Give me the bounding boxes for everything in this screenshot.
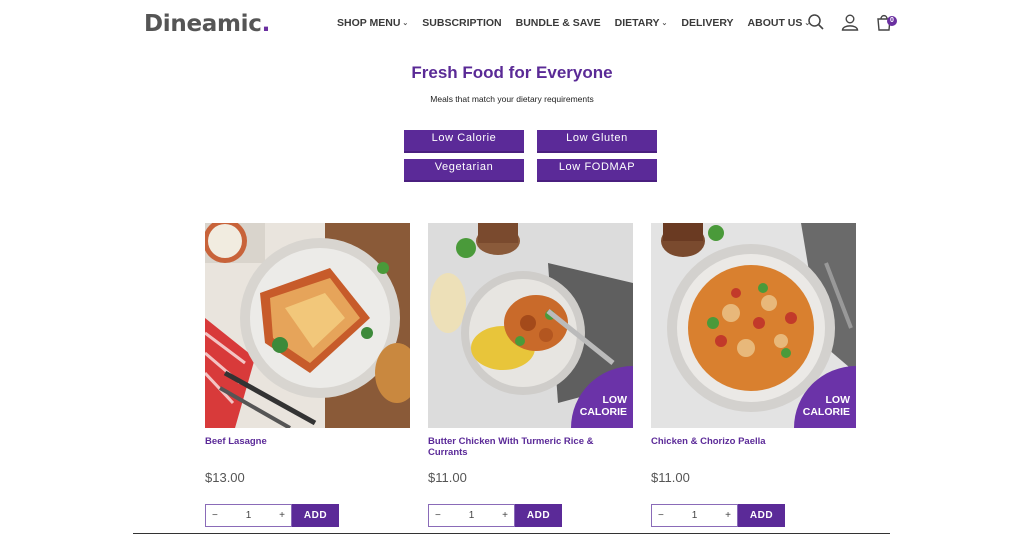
- nav-label: BUNDLE & SAVE: [515, 17, 601, 29]
- chevron-down-icon: ⌄: [661, 20, 668, 27]
- nav-bundle-save[interactable]: BUNDLE & SAVE: [516, 17, 601, 29]
- badge-line: CALORIE: [802, 406, 850, 418]
- product-image[interactable]: [205, 223, 410, 428]
- main-nav: SHOP MENU ⌄ SUBSCRIPTION BUNDLE & SAVE DI…: [337, 17, 810, 29]
- filter-low-fodmap-button[interactable]: Low FODMAP: [537, 159, 657, 182]
- add-to-cart-button[interactable]: ADD: [738, 504, 785, 527]
- product-card-butter-chicken: LOW CALORIE Butter Chicken With Turmeric …: [428, 223, 633, 527]
- product-price: $11.00: [651, 470, 690, 485]
- quantity-value[interactable]: 1: [469, 510, 475, 521]
- divider: [133, 533, 890, 534]
- filter-low-gluten-button[interactable]: Low Gluten: [537, 130, 657, 153]
- product-name[interactable]: Butter Chicken With Turmeric Rice & Curr…: [428, 436, 633, 458]
- add-to-cart-button[interactable]: ADD: [292, 504, 339, 527]
- quantity-value[interactable]: 1: [246, 510, 252, 521]
- increase-quantity-button[interactable]: +: [725, 510, 731, 521]
- increase-quantity-button[interactable]: +: [279, 510, 285, 521]
- product-card-beef-lasagne: Beef Lasagne $13.00 − 1 + ADD: [205, 223, 410, 527]
- nav-dietary[interactable]: DIETARY ⌄: [615, 17, 668, 29]
- increase-quantity-button[interactable]: +: [502, 510, 508, 521]
- page-title: Fresh Food for Everyone: [411, 63, 613, 82]
- product-image[interactable]: LOW CALORIE: [428, 223, 633, 428]
- search-icon[interactable]: [807, 13, 825, 31]
- quantity-stepper: − 1 +: [205, 504, 292, 527]
- brand-name: Dineamic: [144, 11, 262, 37]
- brand-logo[interactable]: Dineamic.: [144, 11, 270, 37]
- quantity-value[interactable]: 1: [692, 510, 698, 521]
- brand-dot: .: [261, 11, 271, 37]
- cart-count-badge: 0: [887, 16, 897, 26]
- filter-vegetarian-button[interactable]: Vegetarian: [404, 159, 524, 182]
- quantity-stepper: − 1 +: [651, 504, 738, 527]
- nav-label: ABOUT US: [747, 17, 803, 29]
- user-icon[interactable]: [841, 13, 859, 31]
- nav-shop-menu[interactable]: SHOP MENU ⌄: [337, 17, 408, 29]
- nav-label: DIETARY: [614, 17, 660, 29]
- badge-line: LOW: [825, 394, 851, 406]
- page-subtitle: Meals that match your dietary requiremen…: [430, 94, 594, 104]
- nav-label: DELIVERY: [681, 17, 734, 29]
- nav-label: SHOP MENU: [337, 17, 401, 29]
- product-name[interactable]: Chicken & Chorizo Paella: [651, 436, 856, 447]
- product-card-chicken-chorizo-paella: LOW CALORIE Chicken & Chorizo Paella $11.…: [651, 223, 856, 527]
- quantity-stepper: − 1 +: [428, 504, 515, 527]
- filter-low-calorie-button[interactable]: Low Calorie: [404, 130, 524, 153]
- decrease-quantity-button[interactable]: −: [212, 510, 218, 521]
- decrease-quantity-button[interactable]: −: [435, 510, 441, 521]
- badge-line: LOW: [602, 394, 628, 406]
- product-price: $11.00: [428, 470, 467, 485]
- nav-label: SUBSCRIPTION: [422, 17, 502, 29]
- product-image[interactable]: LOW CALORIE: [651, 223, 856, 428]
- chevron-down-icon: ⌄: [402, 20, 409, 27]
- nav-about-us[interactable]: ABOUT US ⌄: [748, 17, 811, 29]
- product-name[interactable]: Beef Lasagne: [205, 436, 410, 447]
- nav-delivery[interactable]: DELIVERY: [681, 17, 733, 29]
- header-actions: 0: [807, 13, 897, 31]
- badge-line: CALORIE: [579, 406, 627, 418]
- nav-subscription[interactable]: SUBSCRIPTION: [422, 17, 501, 29]
- product-price: $13.00: [205, 470, 245, 485]
- add-to-cart-button[interactable]: ADD: [515, 504, 562, 527]
- cart-icon[interactable]: 0: [875, 13, 897, 31]
- decrease-quantity-button[interactable]: −: [658, 510, 664, 521]
